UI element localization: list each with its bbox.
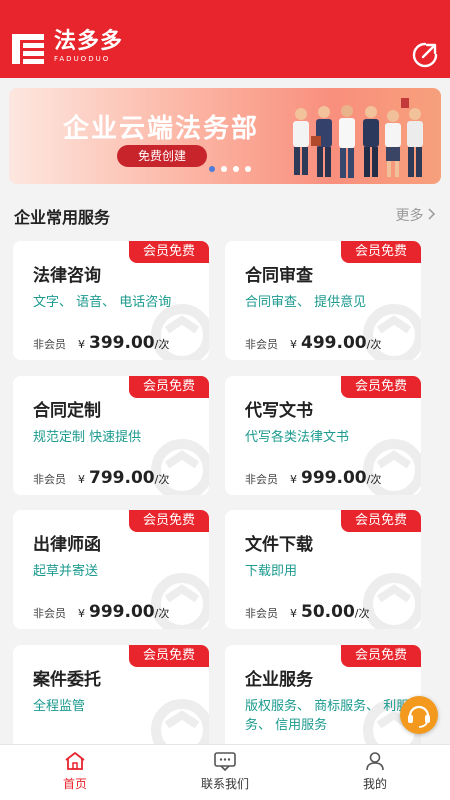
member-free-badge: 会员免费 <box>341 645 421 667</box>
tab-label: 联系我们 <box>200 777 249 791</box>
user-icon <box>366 752 384 771</box>
card-description: 合同审查、 提供意见 <box>245 295 367 310</box>
price-value: 999.00 <box>89 602 155 622</box>
card-title: 企业服务 <box>245 670 313 690</box>
logo-subtitle: FADUODUO <box>54 55 111 63</box>
price-value: 799.00 <box>89 468 155 488</box>
pagination-dot[interactable] <box>221 166 227 172</box>
logo-name: 法多多 <box>54 29 124 54</box>
pagination-dot[interactable] <box>233 166 239 172</box>
nonmember-label: 非会员 <box>33 607 66 620</box>
member-free-badge: 会员免费 <box>129 645 209 667</box>
card-title: 合同定制 <box>33 401 101 421</box>
logo-mark-icon <box>10 30 48 68</box>
card-title: 代写文书 <box>245 401 313 421</box>
price-row: 非会员 ¥399.00/次 <box>33 333 169 353</box>
service-card[interactable]: 会员免费企业服务版权服务、 商标服务、 利服务、 信用服务 <box>225 645 421 755</box>
business-people-illustration <box>293 98 423 178</box>
member-free-badge: 会员免费 <box>129 241 209 263</box>
nonmember-label: 非会员 <box>245 607 278 620</box>
card-description: 全程监管 <box>33 699 86 714</box>
price-row: 非会员 ¥799.00/次 <box>33 468 169 488</box>
currency-symbol: ¥ <box>78 338 85 351</box>
tab-home[interactable]: 首页 <box>0 745 150 800</box>
pagination-dot[interactable] <box>209 166 215 172</box>
service-card[interactable]: 会员免费合同定制规范定制 快速提供 非会员 ¥799.00/次 <box>13 376 209 495</box>
more-label: 更多 <box>395 208 424 224</box>
price-row: 非会员 ¥499.00/次 <box>245 333 381 353</box>
card-description: 规范定制 快速提供 <box>33 430 142 445</box>
service-card[interactable]: 会员免费案件委托全程监管 <box>13 645 209 755</box>
service-card[interactable]: 会员免费法律咨询文字、 语音、 电话咨询 非会员 ¥399.00/次 <box>13 241 209 360</box>
share-icon[interactable] <box>410 40 440 70</box>
bottom-tab-bar: 首页 联系我们 我的 <box>0 744 450 800</box>
tab-contact-us[interactable]: 联系我们 <box>150 745 300 800</box>
price-unit: /次 <box>366 338 382 351</box>
section-title: 企业常用服务 <box>14 208 111 227</box>
card-description: 版权服务、 商标服务、 利服务、 信用服务 <box>245 699 410 733</box>
banner-pagination <box>209 166 251 172</box>
card-title: 法律咨询 <box>33 266 101 286</box>
member-free-badge: 会员免费 <box>341 510 421 532</box>
tab-mine[interactable]: 我的 <box>300 745 450 800</box>
card-description: 起草并寄送 <box>33 564 99 579</box>
promo-banner[interactable]: 企业云端法务部 免费创建 <box>9 88 441 184</box>
price-row: 非会员 ¥999.00/次 <box>33 602 169 622</box>
service-card[interactable]: 会员免费出律师函起草并寄送非会员 ¥999.00/次 <box>13 510 209 629</box>
card-description: 代写各类法律文书 <box>245 430 350 445</box>
price-unit: /次 <box>366 473 382 486</box>
price-row: 非会员 ¥999.00/次 <box>245 468 381 488</box>
price-unit: /次 <box>354 607 370 620</box>
banner-title: 企业云端法务部 <box>63 114 260 144</box>
price-row: 非会员 ¥50.00/次 <box>245 602 370 622</box>
tab-label: 首页 <box>62 777 87 791</box>
app-header: 法多多 FADUODUO <box>0 0 450 78</box>
service-card[interactable]: 会员免费合同审查合同审查、 提供意见 非会员 ¥499.00/次 <box>225 241 421 360</box>
currency-symbol: ¥ <box>290 473 297 486</box>
services-section-header: 企业常用服务 更多 <box>14 200 438 228</box>
card-title: 案件委托 <box>33 670 101 690</box>
tab-label: 我的 <box>362 777 387 791</box>
nonmember-label: 非会员 <box>33 338 66 351</box>
currency-symbol: ¥ <box>290 338 297 351</box>
nonmember-label: 非会员 <box>33 473 66 486</box>
price-unit: /次 <box>154 607 170 620</box>
currency-symbol: ¥ <box>78 473 85 486</box>
customer-service-icon[interactable] <box>400 696 438 734</box>
more-link[interactable]: 更多 <box>396 205 438 225</box>
card-description: 下载即用 <box>245 564 298 579</box>
chevron-right-icon <box>428 208 438 224</box>
currency-symbol: ¥ <box>290 607 297 620</box>
app-logo: 法多多 FADUODUO <box>10 30 123 68</box>
service-card[interactable]: 会员免费文件下载下载即用非会员 ¥50.00/次 <box>225 510 421 629</box>
price-unit: /次 <box>154 473 170 486</box>
chat-icon <box>214 752 236 771</box>
member-free-badge: 会员免费 <box>129 510 209 532</box>
currency-symbol: ¥ <box>78 607 85 620</box>
card-description: 文字、 语音、 电话咨询 <box>33 295 172 310</box>
nonmember-label: 非会员 <box>245 338 278 351</box>
card-title: 合同审查 <box>245 266 313 286</box>
card-title: 文件下载 <box>245 535 313 555</box>
free-create-button[interactable]: 免费创建 <box>117 145 207 167</box>
price-value: 399.00 <box>89 333 155 353</box>
member-free-badge: 会员免费 <box>341 376 421 398</box>
member-free-badge: 会员免费 <box>129 376 209 398</box>
home-icon <box>65 752 85 770</box>
price-value: 499.00 <box>301 333 367 353</box>
price-value: 50.00 <box>301 602 355 622</box>
card-title: 出律师函 <box>33 535 101 555</box>
nonmember-label: 非会员 <box>245 473 278 486</box>
price-unit: /次 <box>154 338 170 351</box>
member-free-badge: 会员免费 <box>341 241 421 263</box>
price-value: 999.00 <box>301 468 367 488</box>
service-card[interactable]: 会员免费代写文书代写各类法律文书 非会员 ¥999.00/次 <box>225 376 421 495</box>
pagination-dot[interactable] <box>245 166 251 172</box>
